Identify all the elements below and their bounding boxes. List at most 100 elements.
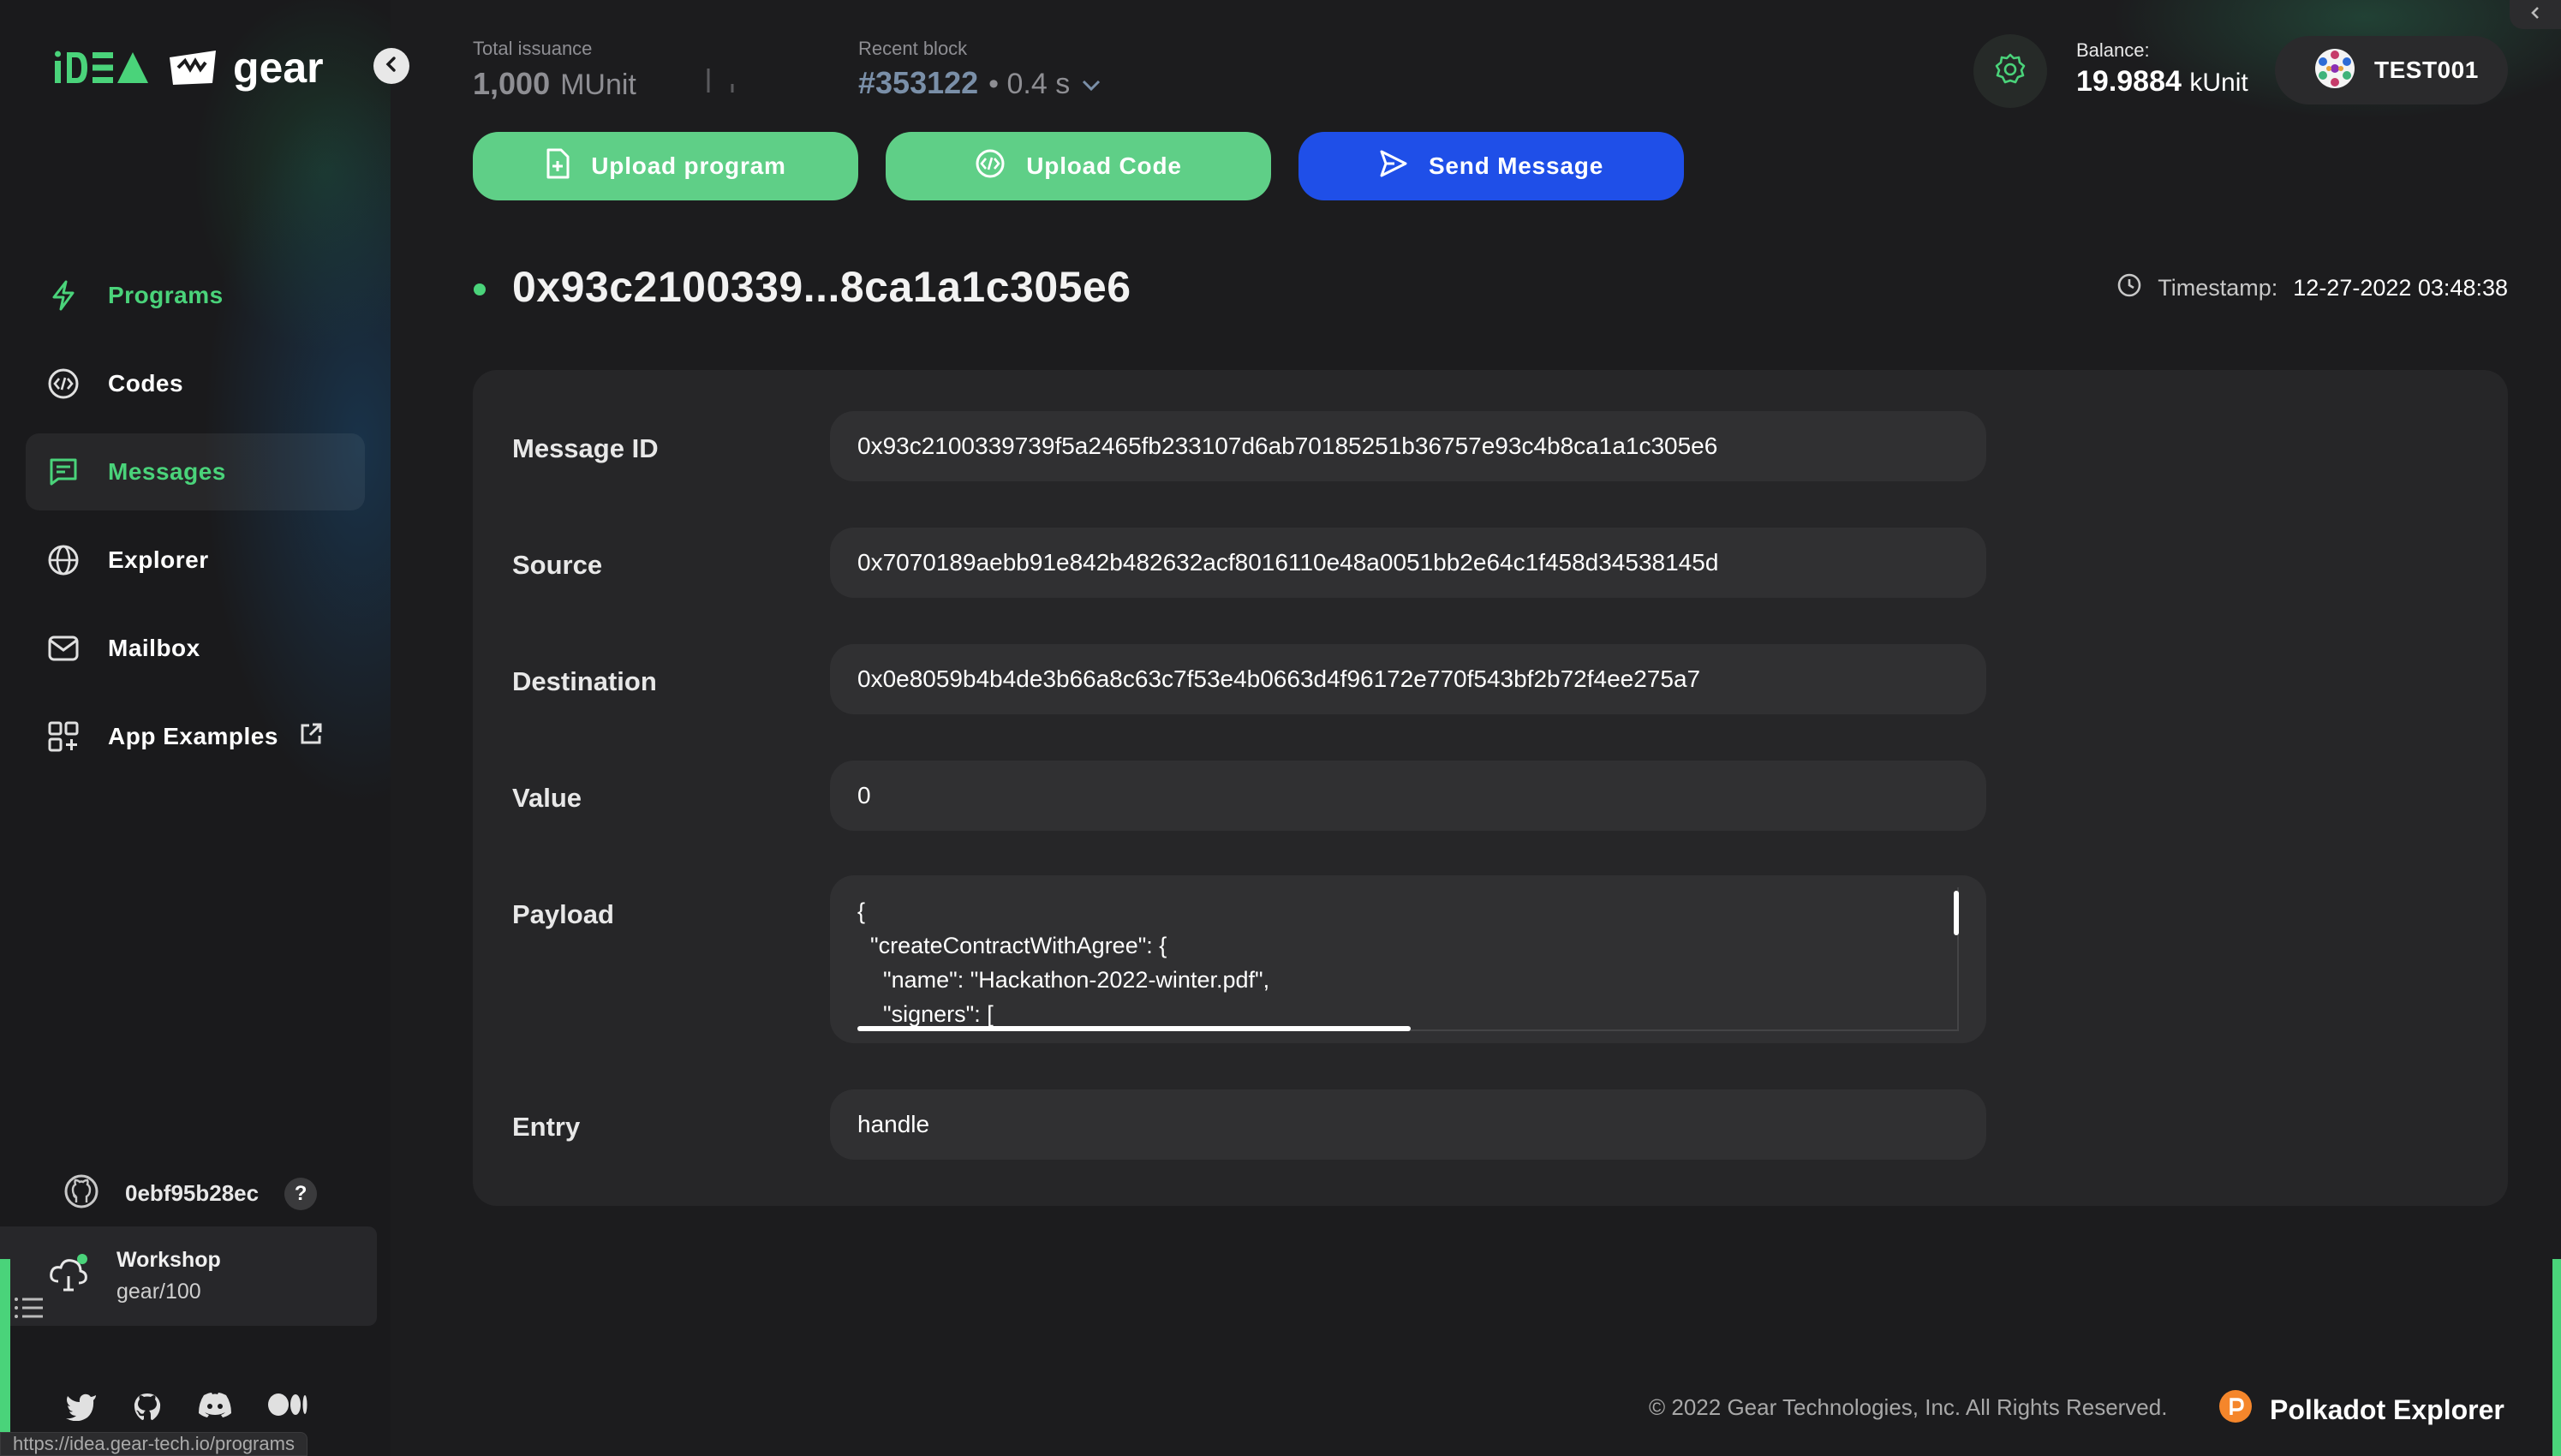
sidebar-item-messages[interactable]: Messages — [26, 433, 365, 510]
balance-label: Balance: — [2076, 39, 2150, 61]
entry-field[interactable]: handle — [830, 1089, 1986, 1160]
sidebar-item-label: Programs — [108, 282, 224, 308]
destination-field[interactable]: 0x0e8059b4b4de3b66a8c63c7f53e4b0663d4f96… — [830, 644, 1986, 714]
send-message-label: Send Message — [1428, 152, 1604, 179]
sidebar-item-codes[interactable]: Codes — [26, 345, 365, 422]
total-issuance-value: 1,000 — [473, 66, 551, 101]
total-issuance: Total issuance 1,000 MUnit — [473, 38, 736, 102]
help-badge[interactable]: ? — [284, 1177, 318, 1210]
chevron-left-small-icon — [2529, 6, 2541, 24]
globe-icon — [46, 543, 81, 577]
code-icon — [46, 367, 81, 401]
mail-icon — [46, 631, 81, 665]
copyright-text: © 2022 Gear Technologies, Inc. All Right… — [1649, 1394, 2168, 1420]
polkadot-identicon — [2314, 48, 2355, 93]
commit-hash-link[interactable]: 0ebf95b28ec — [125, 1180, 259, 1207]
upload-code-label: Upload Code — [1026, 152, 1182, 179]
upload-code-button[interactable]: Upload Code — [886, 132, 1271, 200]
recent-block-number[interactable]: #353122 — [858, 65, 978, 101]
timestamp-value: 12-27-2022 03:48:38 — [2293, 275, 2508, 301]
apps-icon — [46, 719, 81, 754]
payload-field[interactable]: { "createContractWithAgree": { "name": "… — [830, 875, 1986, 1043]
external-link-icon — [299, 722, 323, 752]
sidebar-item-label: Codes — [108, 370, 184, 397]
recent-block-time: • 0.4 s — [988, 68, 1071, 100]
message-status-dot — [474, 283, 486, 295]
payload-label: Payload — [512, 899, 614, 929]
corner-collapse-tab[interactable] — [2510, 0, 2561, 29]
gear-logo-icon — [170, 51, 216, 85]
page-title: 0x93c2100339...8ca1a1c305e6 — [512, 263, 1131, 311]
github-social-icon[interactable] — [132, 1392, 163, 1427]
twitter-icon[interactable] — [65, 1392, 98, 1427]
chevron-left-icon — [384, 56, 399, 77]
sidebar-item-label: App Examples — [108, 723, 278, 749]
lightning-icon — [46, 278, 81, 313]
message-id-field[interactable]: 0x93c2100339739f5a2465fb233107d6ab701852… — [830, 411, 1986, 481]
payload-scrollbar-horizontal[interactable] — [857, 1026, 1411, 1031]
idea-logo-icon — [55, 51, 148, 83]
sidebar-item-mailbox[interactable]: Mailbox — [26, 610, 365, 687]
clock-icon — [2116, 272, 2142, 304]
sidebar-item-label: Messages — [108, 458, 226, 485]
timestamp: Timestamp: 12-27-2022 03:48:38 — [2116, 272, 2508, 304]
sidebar-item-programs[interactable]: Programs — [26, 257, 365, 334]
destination-label: Destination — [512, 666, 657, 696]
payload-content: { "createContractWithAgree": { "name": "… — [857, 898, 1270, 1027]
workshop-address: gear/100 — [116, 1280, 201, 1304]
gear-icon — [1993, 52, 2027, 91]
payload-scrollbar-vertical[interactable] — [1954, 891, 1959, 935]
balance-value: 19.9884 — [2076, 65, 2182, 98]
discord-icon[interactable] — [197, 1392, 233, 1427]
message-id-label: Message ID — [512, 433, 659, 463]
sidebar: gear Programs Codes Messages Explorer Ma… — [0, 0, 391, 1456]
workshop-title: Workshop — [116, 1248, 221, 1272]
list-icon[interactable] — [14, 1295, 45, 1325]
git-commit-row: 0ebf95b28ec ? — [63, 1173, 318, 1214]
medium-icon[interactable] — [267, 1392, 308, 1427]
total-issuance-unit: MUnit — [560, 69, 636, 101]
message-details-card: Message ID 0x93c2100339739f5a2465fb23310… — [473, 370, 2508, 1206]
value-field[interactable]: 0 — [830, 761, 1986, 831]
recent-block-label: Recent block — [858, 38, 968, 59]
polkadot-explorer-link[interactable]: Polkadot Explorer — [2218, 1389, 2504, 1430]
sidebar-item-label: Explorer — [108, 546, 209, 573]
idea-logo — [53, 51, 152, 85]
right-accent-strip — [2552, 1259, 2561, 1456]
recent-block: Recent block #353122 • 0.4 s — [858, 38, 1102, 101]
gear-wordmark: gear — [233, 44, 324, 92]
polkadot-explorer-label: Polkadot Explorer — [2270, 1393, 2504, 1425]
upload-program-label: Upload program — [591, 152, 786, 179]
total-issuance-label: Total issuance — [473, 38, 593, 59]
cloud-node-icon — [46, 1252, 91, 1301]
workshop-node-selector[interactable]: Workshop gear/100 — [0, 1226, 377, 1326]
link-status-bar: https://idea.gear-tech.io/programs — [0, 1432, 307, 1456]
balance: Balance: 19.9884 kUnit — [2076, 39, 2248, 98]
sidebar-item-app-examples[interactable]: App Examples — [26, 698, 365, 775]
send-message-button[interactable]: Send Message — [1298, 132, 1684, 200]
value-label: Value — [512, 783, 582, 813]
polkadot-icon — [2218, 1389, 2253, 1430]
issuance-sparkline-icon — [707, 65, 736, 102]
upload-program-button[interactable]: Upload program — [473, 132, 858, 200]
chevron-down-icon[interactable] — [1080, 65, 1102, 101]
account-button[interactable]: TEST001 — [2275, 36, 2508, 104]
sidebar-collapse-button[interactable] — [373, 48, 409, 84]
account-name: TEST001 — [2374, 57, 2479, 83]
entry-label: Entry — [512, 1112, 581, 1142]
send-icon — [1379, 149, 1408, 184]
sidebar-item-label: Mailbox — [108, 635, 200, 661]
github-icon[interactable] — [63, 1173, 99, 1214]
source-field[interactable]: 0x7070189aebb91e842b482632acf8016110e48a… — [830, 528, 1986, 598]
logo[interactable]: gear — [53, 43, 324, 92]
social-links — [65, 1392, 308, 1427]
sidebar-nav: Programs Codes Messages Explorer Mailbox — [26, 257, 365, 786]
file-plus-icon — [545, 148, 570, 185]
header-glow — [1884, 0, 2561, 223]
node-settings-button[interactable] — [1973, 34, 2047, 108]
code-circle-icon — [975, 148, 1006, 185]
source-label: Source — [512, 550, 603, 580]
left-accent-strip — [0, 1259, 10, 1456]
message-icon — [46, 455, 81, 489]
sidebar-item-explorer[interactable]: Explorer — [26, 522, 365, 599]
